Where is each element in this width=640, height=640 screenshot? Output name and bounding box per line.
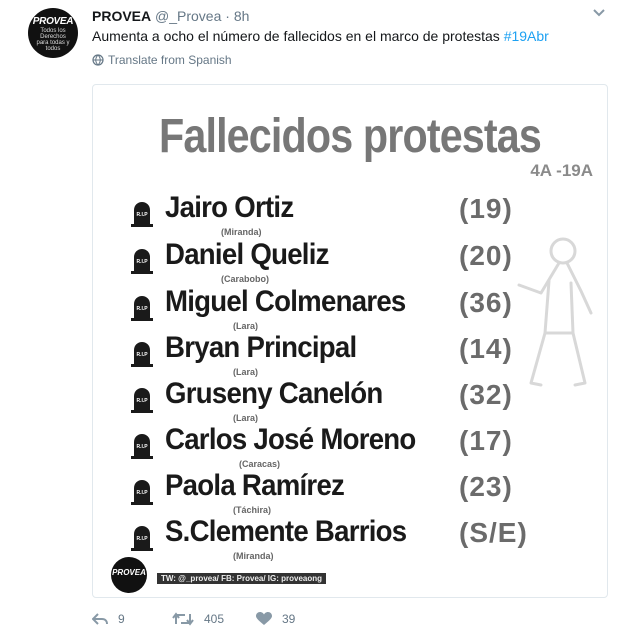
- victim-name: Daniel Queliz: [165, 238, 329, 271]
- tombstone-label: R.I.P: [136, 306, 148, 312]
- image-subtitle: 4A -19A: [530, 161, 593, 180]
- tombstone-label: R.I.P: [136, 259, 148, 265]
- victim-state: (Carabobo): [221, 274, 269, 284]
- victim-row: R.I.P S.Clemente Barrios (Miranda) (S/E): [93, 515, 607, 565]
- victim-state: (Miranda): [233, 551, 274, 561]
- tweet-header: PROVEA @_Provea · 8h: [92, 8, 249, 24]
- victim-row: R.I.P Daniel Queliz (Carabobo) (20): [93, 238, 607, 288]
- victim-row: R.I.P Miguel Colmenares (Lara) (36): [93, 285, 607, 335]
- retweet-icon: [172, 612, 194, 626]
- tombstone-icon: R.I.P: [131, 480, 153, 505]
- victim-state: (Lara): [233, 413, 259, 423]
- victim-row: R.I.P Carlos José Moreno (Caracas) (17): [93, 423, 607, 473]
- victim-name: Gruseny Canelón: [165, 377, 383, 410]
- avatar-subtitle: Todos los Derechos para todas y todos: [36, 28, 70, 52]
- victim-state: (Lara): [233, 321, 259, 331]
- like-count: 39: [282, 612, 296, 626]
- hashtag-link[interactable]: #19Abr: [504, 28, 549, 44]
- retweet-count: 405: [204, 612, 225, 626]
- heart-icon: [256, 612, 272, 625]
- tombstone-label: R.I.P: [136, 212, 148, 218]
- retweet-button[interactable]: 405: [172, 612, 224, 626]
- tweet-time[interactable]: 8h: [234, 8, 250, 24]
- provea-logo-text: PROVEA: [112, 568, 146, 577]
- victim-state: (Lara): [233, 367, 259, 377]
- victim-row: R.I.P Bryan Principal (Lara) (14): [93, 331, 607, 381]
- victim-name: Carlos José Moreno: [165, 423, 416, 456]
- victim-state: (Caracas): [239, 459, 281, 469]
- chevron-down-icon[interactable]: [592, 6, 606, 20]
- translate-link[interactable]: Translate from Spanish: [92, 53, 232, 67]
- victim-row: R.I.P Jairo Ortiz (Miranda) (19): [93, 191, 607, 241]
- victim-age: (17): [459, 425, 513, 456]
- reply-count: 9: [118, 612, 125, 626]
- tweet-body: Aumenta a ocho el número de fallecidos e…: [92, 28, 504, 44]
- tombstone-label: R.I.P: [136, 352, 148, 358]
- tombstone-icon: R.I.P: [131, 388, 153, 413]
- globe-icon: [92, 54, 104, 66]
- tombstone-label: R.I.P: [136, 398, 148, 404]
- provea-logo: PROVEA: [111, 557, 147, 593]
- user-handle[interactable]: @_Provea: [155, 8, 221, 24]
- tombstone-icon: R.I.P: [131, 434, 153, 459]
- tombstone-label: R.I.P: [136, 536, 148, 542]
- tombstone-label: R.I.P: [136, 444, 148, 450]
- victim-age: (20): [459, 240, 513, 271]
- tombstone-label: R.I.P: [136, 490, 148, 496]
- avatar-title: PROVEA: [32, 16, 74, 27]
- like-button[interactable]: 39: [256, 612, 295, 626]
- tombstone-icon: R.I.P: [131, 296, 153, 321]
- victim-name: Jairo Ortiz: [165, 191, 294, 224]
- victim-state: (Miranda): [221, 227, 262, 237]
- tweet-text: Aumenta a ocho el número de fallecidos e…: [92, 28, 549, 44]
- victim-age: (19): [459, 193, 513, 224]
- victim-row: R.I.P Gruseny Canelón (Lara) (32): [93, 377, 607, 427]
- reply-button[interactable]: 9: [91, 612, 125, 626]
- victim-row: R.I.P Paola Ramírez (Táchira) (23): [93, 469, 607, 519]
- tombstone-icon: R.I.P: [131, 342, 153, 367]
- victim-age: (32): [459, 379, 513, 410]
- victim-name: S.Clemente Barrios: [165, 515, 407, 548]
- translate-label: Translate from Spanish: [108, 53, 232, 67]
- tombstone-icon: R.I.P: [131, 249, 153, 274]
- victim-name: Bryan Principal: [165, 331, 357, 364]
- victim-age: (36): [459, 287, 513, 318]
- profile-avatar[interactable]: PROVEA Todos los Derechos para todas y t…: [28, 8, 78, 58]
- reply-icon: [91, 613, 108, 625]
- image-title: Fallecidos protestas: [159, 110, 542, 163]
- social-handles: TW: @_provea/ FB: Provea/ IG: proveaong: [157, 573, 327, 584]
- victim-state: (Táchira): [233, 505, 272, 515]
- separator-dot: ·: [225, 8, 230, 24]
- tombstone-icon: R.I.P: [131, 202, 153, 227]
- victim-age: (S/E): [459, 517, 528, 548]
- victim-age: (14): [459, 333, 513, 364]
- tombstone-icon: R.I.P: [131, 526, 153, 551]
- tweet-image[interactable]: Fallecidos protestas 4A -19A R.I.P Jairo …: [92, 84, 608, 598]
- victim-name: Miguel Colmenares: [165, 285, 406, 318]
- victim-name: Paola Ramírez: [165, 469, 345, 502]
- display-name[interactable]: PROVEA: [92, 8, 151, 24]
- victim-age: (23): [459, 471, 513, 502]
